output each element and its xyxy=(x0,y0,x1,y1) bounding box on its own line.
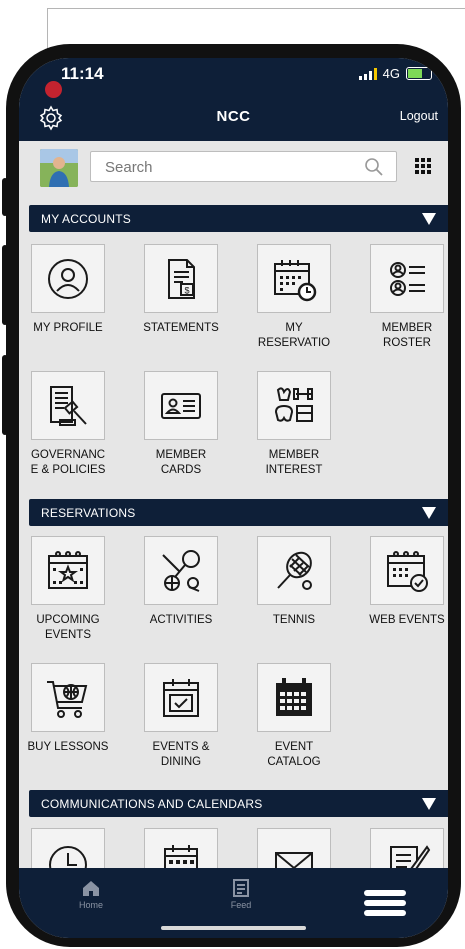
tile-label: STATEMENTS xyxy=(143,322,219,334)
calendar-star-icon xyxy=(31,536,105,605)
web-cart-icon xyxy=(31,663,105,732)
record-indicator-dot xyxy=(45,81,62,98)
section-title: RESERVATIONS xyxy=(41,506,136,520)
tile-event-catalog[interactable]: EVENT CATALOG xyxy=(242,663,346,770)
phone-side-button xyxy=(2,355,8,435)
tile-label: WEB EVENTS xyxy=(369,614,445,626)
phone-side-button xyxy=(2,178,8,216)
calendar-check-box-icon xyxy=(144,663,218,732)
feed-icon xyxy=(233,879,249,897)
interests-icon xyxy=(257,371,331,440)
tile-label: UPCOMING EVENTS xyxy=(36,614,100,641)
nav-home-label: Home xyxy=(78,900,103,910)
avatar[interactable] xyxy=(40,149,78,187)
tile-member-cards[interactable]: MEMBER CARDS xyxy=(129,371,233,478)
hamburger-menu-icon[interactable] xyxy=(364,890,406,920)
nav-feed-label: Feed xyxy=(230,900,252,910)
gavel-document-icon xyxy=(31,371,105,440)
status-right: 4G xyxy=(358,66,432,81)
tile-governance-policies[interactable]: GOVERNANC E & POLICIES xyxy=(19,371,120,478)
tile-label: EVENTS & DINING xyxy=(152,741,210,768)
screen: 11:14 4G NCC Logout Search MY ACCOUNTS M… xyxy=(19,58,448,938)
roster-icon xyxy=(370,244,444,313)
section-my-accounts[interactable]: MY ACCOUNTS xyxy=(29,205,448,232)
phone-side-button xyxy=(2,245,8,325)
tile-web-events[interactable]: WEB EVENTS xyxy=(355,536,448,628)
tile-label: TENNIS xyxy=(272,614,316,626)
tile-label: MEMBER CARDS xyxy=(155,449,207,476)
network-label: 4G xyxy=(382,66,400,81)
top-bar: 11:14 4G NCC Logout xyxy=(19,58,448,141)
section-title: COMMUNICATIONS AND CALENDARS xyxy=(41,797,263,811)
statement-icon: $ xyxy=(144,244,218,313)
chevron-down-icon[interactable] xyxy=(422,507,436,519)
profile-icon xyxy=(31,244,105,313)
battery-icon xyxy=(406,67,432,80)
tile-label: ACTIVITIES xyxy=(149,614,213,626)
search-icon[interactable] xyxy=(364,157,384,177)
search-input[interactable] xyxy=(103,158,367,177)
tile-member-roster[interactable]: MEMBER ROSTER xyxy=(355,244,448,351)
tile-my-reservations[interactable]: MY RESERVATIO xyxy=(242,244,346,351)
chevron-down-icon[interactable] xyxy=(422,213,436,225)
calendar-clock-icon xyxy=(257,244,331,313)
sports-icon xyxy=(144,536,218,605)
tile-tennis[interactable]: TENNIS xyxy=(242,536,346,628)
search-row xyxy=(19,141,448,196)
tile-events-dining[interactable]: EVENTS & DINING xyxy=(129,663,233,770)
id-card-icon xyxy=(144,371,218,440)
nav-home[interactable]: Home xyxy=(69,878,113,910)
tile-label: GOVERNANC E & POLICIES xyxy=(30,449,106,476)
tile-label: EVENT CATALOG xyxy=(267,741,321,768)
home-icon xyxy=(83,881,99,896)
section-reservations[interactable]: RESERVATIONS xyxy=(29,499,448,526)
section-title: MY ACCOUNTS xyxy=(41,212,131,226)
tile-label: MEMBER ROSTER xyxy=(381,322,433,349)
tile-upcoming-events[interactable]: UPCOMING EVENTS xyxy=(19,536,120,643)
svg-text:$: $ xyxy=(184,285,189,295)
home-indicator xyxy=(161,926,306,930)
nav-feed[interactable]: Feed xyxy=(219,878,263,910)
logout-button[interactable]: Logout xyxy=(400,109,438,123)
tennis-racket-icon xyxy=(257,536,331,605)
tile-statements[interactable]: $ STATEMENTS xyxy=(129,244,233,336)
tile-activities[interactable]: ACTIVITIES xyxy=(129,536,233,628)
callout-line-horizontal xyxy=(47,8,465,9)
grid-menu-icon[interactable] xyxy=(415,158,431,174)
tile-buy-lessons[interactable]: BUY LESSONS xyxy=(19,663,120,755)
signal-icon xyxy=(358,67,377,80)
tile-my-profile[interactable]: MY PROFILE xyxy=(19,244,120,336)
search-box[interactable] xyxy=(90,151,397,182)
section-communications-calendars[interactable]: COMMUNICATIONS AND CALENDARS xyxy=(29,790,448,817)
tile-label: MEMBER INTEREST xyxy=(265,449,323,476)
tile-label: MY PROFILE xyxy=(33,322,103,334)
tile-label: MY RESERVATIO xyxy=(257,322,331,349)
tile-label: BUY LESSONS xyxy=(27,741,109,753)
chevron-down-icon[interactable] xyxy=(422,798,436,810)
app-title: NCC xyxy=(216,108,251,125)
calendar-check-icon xyxy=(370,536,444,605)
status-time: 11:14 xyxy=(61,64,104,83)
calendar-grid-icon xyxy=(257,663,331,732)
tile-member-interest[interactable]: MEMBER INTEREST xyxy=(242,371,346,478)
